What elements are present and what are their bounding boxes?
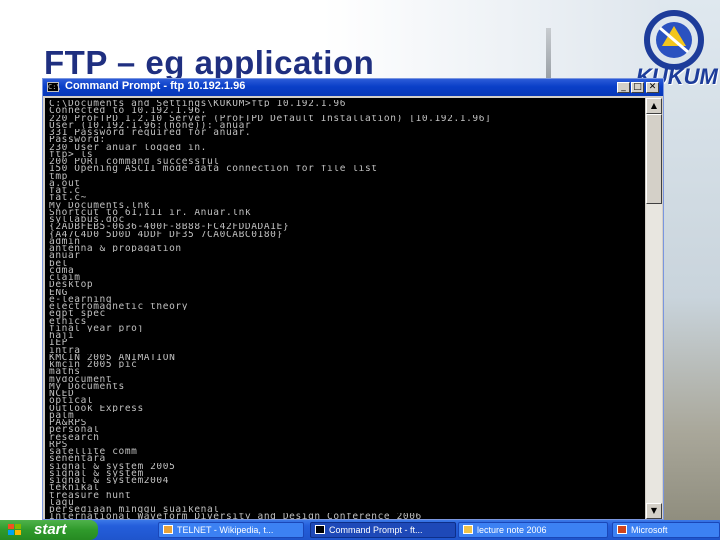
task-label: Microsoft (631, 525, 668, 535)
console-line: 150 Opening ASCII mode data connection f… (49, 165, 378, 173)
console-line: anuar (49, 252, 81, 260)
maximize-button[interactable]: □ (631, 82, 644, 93)
console-line: signal & system 2005 (49, 462, 176, 470)
task-label: lecture note 2006 (477, 525, 547, 535)
vertical-scrollbar[interactable]: ▲ ▼ (646, 98, 662, 519)
console-line: 200 PORT command successful (49, 158, 220, 166)
console-line: maths (49, 368, 81, 376)
console-output[interactable]: C:\Documents and Settings\KUKUM>ftp 10.1… (45, 98, 645, 519)
console-line: kmcin 2005 pic (49, 361, 138, 369)
console-line: ethics (49, 317, 87, 325)
console-line: KMCIN 2005 ANIMATION (49, 353, 176, 361)
console-line: RPS (49, 440, 68, 448)
minimize-button[interactable]: _ (617, 82, 630, 93)
console-line: final year proj (49, 324, 144, 332)
task-label: Command Prompt - ft... (329, 525, 423, 535)
console-line: {2ADBFEB5-0636-400F-8B88-FC42FDDADA1E} (49, 223, 290, 231)
command-prompt-window[interactable]: C:\ Command Prompt - ftp 10.192.1.96 _ □… (42, 78, 664, 520)
console-line: electromagnetic theory (49, 303, 189, 311)
scroll-down-arrow-icon[interactable]: ▼ (646, 503, 662, 519)
console-line: Outlook Express (49, 404, 144, 412)
console-line: lagu (49, 498, 75, 506)
console-line: International Waveform Diversity and Des… (49, 513, 422, 519)
console-line: 220 ProFTPD 1.2.10 Server (ProFTPD Defau… (49, 114, 492, 122)
windows-logo-icon (8, 524, 21, 535)
taskbar-item-command-prompt[interactable]: Command Prompt - ft... (310, 522, 456, 538)
powerpoint-icon (617, 525, 627, 534)
console-line: IEP (49, 339, 68, 347)
browser-icon (163, 525, 173, 534)
console-line: fat.c~ (49, 194, 87, 202)
console-line: e-learning (49, 295, 113, 303)
window-titlebar[interactable]: C:\ Command Prompt - ftp 10.192.1.96 _ □… (43, 79, 663, 96)
scroll-thumb[interactable] (646, 114, 662, 204)
console-line: Password: (49, 136, 106, 144)
console-line: My Documents (49, 382, 125, 390)
scroll-up-arrow-icon[interactable]: ▲ (646, 98, 662, 114)
console-line: antenna & propagation (49, 245, 182, 253)
console-line: intra (49, 346, 81, 354)
console-icon: C:\ (47, 82, 61, 92)
console-line: teknikal (49, 484, 100, 492)
slide-title: FTP – eg application (44, 44, 375, 81)
console-line: 230 User anuar logged in. (49, 143, 207, 151)
console-line: personal (49, 426, 100, 434)
start-button[interactable]: start (0, 520, 98, 540)
console-line: ENG (49, 288, 68, 296)
taskbar-item-browser[interactable]: TELNET - Wikipedia, t... (158, 522, 304, 538)
console-line: claim (49, 274, 81, 282)
window-title: Command Prompt - ftp 10.192.1.96 (65, 80, 246, 92)
console-line: eqpt spec (49, 310, 106, 318)
taskbar-item-folder[interactable]: lecture note 2006 (458, 522, 608, 538)
console-line: admin (49, 237, 81, 245)
console-line: tmp (49, 172, 68, 180)
console-line: NCED (49, 390, 75, 398)
console-line: Shortcut to 61,111 ir. Anuar.lnk (49, 208, 252, 216)
console-line: Connected to 10.192.1.96. (49, 107, 207, 115)
console-line: bel (49, 259, 68, 267)
console-line: signal & system (49, 469, 144, 477)
console-line: Desktop (49, 281, 94, 289)
console-line: cdma (49, 266, 75, 274)
console-line: C:\Documents and Settings\KUKUM>ftp 10.1… (49, 100, 347, 108)
console-line: 331 Password required for anuar. (49, 129, 252, 137)
console-line: My Documents.lnk (49, 201, 151, 209)
console-line: satellite comm (49, 448, 138, 456)
console-lines: C:\Documents and Settings\KUKUM>ftp 10.1… (45, 98, 645, 519)
console-line: mydocument (49, 375, 113, 383)
console-line: fat.c (49, 187, 81, 195)
console-line: {A47C4D0 5D0D 4DDF DF35 7CA0CABC0180} (49, 230, 283, 238)
console-line: senentara (49, 455, 106, 463)
console-line: a.out (49, 179, 81, 187)
console-line: research (49, 433, 100, 441)
console-line: User (10.192.1.96:(none)): anuar (49, 121, 252, 129)
console-line: PA&RPS (49, 419, 87, 427)
start-label: start (34, 521, 67, 538)
taskbar: start TELNET - Wikipedia, t... Command P… (0, 520, 720, 540)
taskbar-item-microsoft[interactable]: Microsoft (612, 522, 720, 538)
console-icon (315, 525, 325, 534)
console-line: treasure hunt (49, 491, 132, 499)
task-label: TELNET - Wikipedia, t... (177, 525, 274, 535)
folder-icon (463, 525, 473, 534)
console-line: persediaan minggu suaikenal (49, 506, 220, 514)
console-line: optical (49, 397, 94, 405)
console-line: syllabus.doc (49, 216, 125, 224)
console-line: ftp> ls (49, 150, 94, 158)
tower-image (546, 28, 551, 78)
console-line: palm (49, 411, 75, 419)
console-line: signal & system2004 (49, 477, 170, 485)
console-line: haji (49, 332, 75, 340)
close-button[interactable]: ✕ (646, 82, 659, 93)
